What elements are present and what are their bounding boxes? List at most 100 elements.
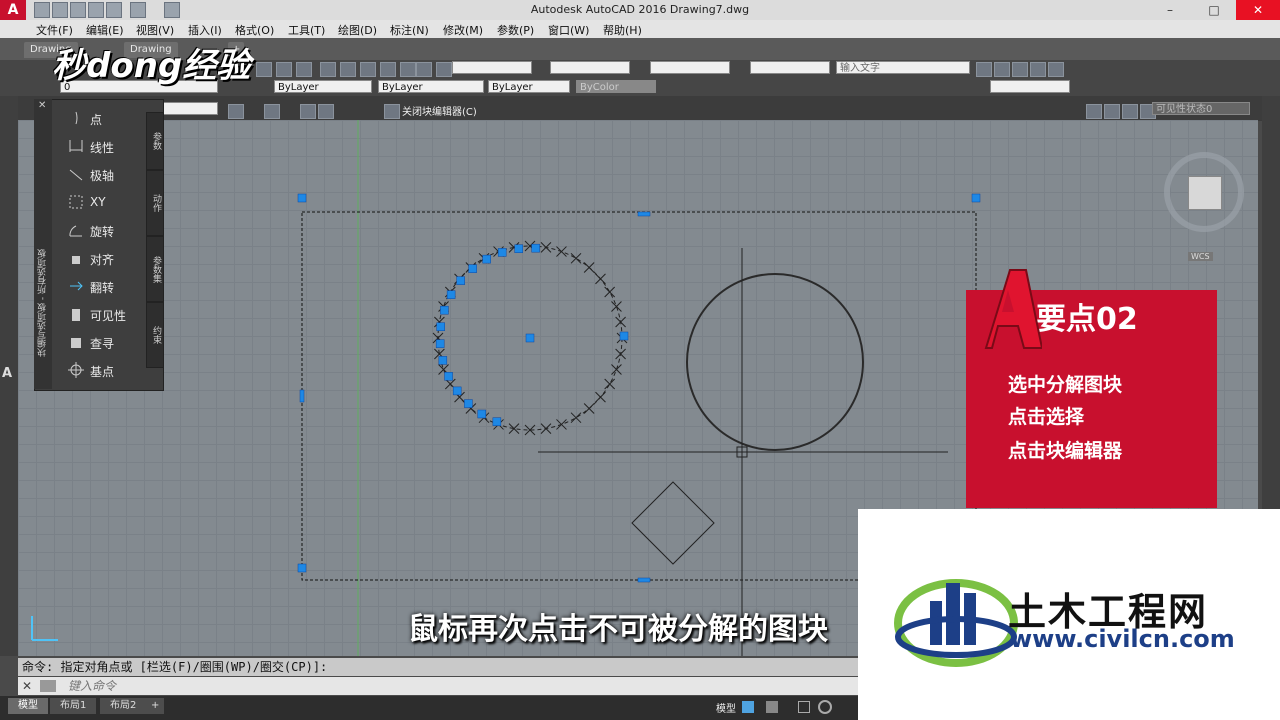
- diamond-shape: [631, 481, 715, 565]
- palette-item-visibility[interactable]: 可见性: [62, 301, 148, 327]
- maximize-button[interactable]: □: [1192, 0, 1236, 20]
- palette-item-xy[interactable]: XY: [62, 189, 148, 215]
- tool-palettes-icon[interactable]: [360, 62, 376, 77]
- palette-item-alignment[interactable]: 对齐: [62, 245, 148, 271]
- grip-handle: [492, 417, 502, 426]
- make-invisible-icon[interactable]: [1122, 104, 1138, 119]
- edit-attribute-icon[interactable]: [228, 104, 244, 119]
- undo-icon[interactable]: [130, 2, 146, 18]
- palette-tab-parameter-sets[interactable]: 参数集: [146, 236, 164, 302]
- minimize-button[interactable]: –: [1148, 0, 1192, 20]
- tab-model[interactable]: 模型: [8, 698, 48, 714]
- sheet-set-icon[interactable]: [380, 62, 396, 77]
- zoom-window-icon[interactable]: [296, 62, 312, 77]
- open-file-icon[interactable]: [52, 2, 68, 18]
- command-close-icon[interactable]: ✕: [22, 677, 32, 695]
- properties-icon[interactable]: [320, 62, 336, 77]
- viewcube-top-face[interactable]: [1188, 176, 1222, 210]
- title-bar: Autodesk AutoCAD 2016 Drawing7.dwg: [0, 0, 1280, 20]
- menu-help[interactable]: 帮助(H): [603, 22, 642, 38]
- model-space-toggle[interactable]: 模型: [716, 700, 736, 715]
- grip-handle: [482, 254, 491, 264]
- snap-icon[interactable]: [766, 701, 778, 713]
- linetype-combo[interactable]: ByLayer: [378, 80, 484, 93]
- grid-icon[interactable]: [742, 701, 754, 713]
- menu-parametric[interactable]: 参数(P): [497, 22, 534, 38]
- search-input[interactable]: 输入文字: [836, 61, 970, 74]
- menu-modify[interactable]: 修改(M): [443, 22, 483, 38]
- lightning-icon[interactable]: [318, 104, 334, 119]
- ortho-icon[interactable]: [798, 701, 810, 713]
- menu-dimension[interactable]: 标注(N): [390, 22, 429, 38]
- markup-icon[interactable]: [400, 62, 416, 77]
- new-file-icon[interactable]: [34, 2, 50, 18]
- xy-parameter-icon: [68, 194, 84, 210]
- palette-tab-parameters[interactable]: 参数: [146, 112, 164, 170]
- palette-tab-actions[interactable]: 动作: [146, 170, 164, 236]
- table-style-combo[interactable]: [650, 61, 730, 74]
- dim-style-combo[interactable]: [550, 61, 630, 74]
- close-button[interactable]: ✕: [1236, 0, 1280, 20]
- menu-insert[interactable]: 插入(I): [188, 22, 222, 38]
- command-recent-icon[interactable]: [40, 680, 56, 692]
- workspace-icon[interactable]: [976, 62, 992, 77]
- command-input[interactable]: ✕ 键入命令: [18, 677, 858, 695]
- text-tool-icon[interactable]: A: [2, 366, 12, 381]
- layout-icon[interactable]: [994, 62, 1010, 77]
- text-style-combo[interactable]: [452, 61, 532, 74]
- tab-layout1[interactable]: 布局1: [50, 698, 97, 714]
- menu-view[interactable]: 视图(V): [136, 22, 174, 38]
- visibility-state-combo[interactable]: 可见性状态0: [1152, 102, 1250, 115]
- grip-handle: [477, 409, 487, 419]
- save-icon[interactable]: [70, 2, 86, 18]
- grip-handle: [436, 322, 445, 331]
- palette-close-icon[interactable]: ✕: [38, 100, 46, 111]
- autocad-logo-icon[interactable]: A: [0, 0, 26, 20]
- zoom-realtime-icon[interactable]: [276, 62, 292, 77]
- palette-item-linear[interactable]: 线性: [62, 133, 148, 159]
- menu-tools[interactable]: 工具(T): [288, 22, 325, 38]
- palette-item-point[interactable]: 点: [62, 105, 148, 131]
- palette-item-label: 基点: [90, 365, 115, 379]
- block-definition-combo[interactable]: [162, 102, 218, 115]
- plotstyle-combo[interactable]: ByColor: [576, 80, 656, 93]
- plot-icon[interactable]: [1030, 62, 1046, 77]
- palette-item-lookup[interactable]: 查寻: [62, 329, 148, 355]
- help-block-icon[interactable]: [384, 104, 400, 119]
- color-combo[interactable]: ByLayer: [274, 80, 372, 93]
- visual-style-combo[interactable]: [990, 80, 1070, 93]
- tab-layout2[interactable]: 布局2: [100, 698, 147, 714]
- print-icon[interactable]: [106, 2, 122, 18]
- close-block-editor-button[interactable]: 关闭块编辑器(C): [402, 103, 477, 118]
- export-icon[interactable]: [1048, 62, 1064, 77]
- menu-edit[interactable]: 编辑(E): [86, 22, 124, 38]
- polar-tracking-icon[interactable]: [818, 700, 832, 714]
- wcs-label[interactable]: WCS: [1188, 252, 1213, 261]
- lineweight-combo[interactable]: ByLayer: [488, 80, 570, 93]
- palette-item-rotation[interactable]: 旋转: [62, 217, 148, 243]
- redo-icon[interactable]: [164, 2, 180, 18]
- menu-format[interactable]: 格式(O): [235, 22, 274, 38]
- palette-item-polar[interactable]: 极轴: [62, 161, 148, 187]
- publish-icon[interactable]: [1012, 62, 1028, 77]
- visibility-mode-icon[interactable]: [1086, 104, 1102, 119]
- test-block-icon[interactable]: [300, 104, 316, 119]
- design-center-icon[interactable]: [340, 62, 356, 77]
- authoring-palettes-icon[interactable]: [264, 104, 280, 119]
- multileader-style-combo[interactable]: [750, 61, 830, 74]
- pan-icon[interactable]: [256, 62, 272, 77]
- save-as-icon[interactable]: [88, 2, 104, 18]
- palette-item-basepoint[interactable]: 基点: [62, 357, 148, 383]
- menu-window[interactable]: 窗口(W): [548, 22, 589, 38]
- make-visible-icon[interactable]: [1104, 104, 1120, 119]
- add-layout-button[interactable]: +: [146, 698, 165, 714]
- grip-handle: [971, 193, 981, 203]
- palette-tab-constraints[interactable]: 约束: [146, 302, 164, 368]
- text-style-icon[interactable]: [436, 62, 452, 77]
- card-line-2: 点击选择: [1008, 406, 1085, 428]
- palette-item-label: 查寻: [90, 337, 115, 351]
- menu-file[interactable]: 文件(F): [36, 22, 73, 38]
- help-icon[interactable]: [416, 62, 432, 77]
- palette-item-flip[interactable]: 翻转: [62, 273, 148, 299]
- menu-draw[interactable]: 绘图(D): [338, 22, 377, 38]
